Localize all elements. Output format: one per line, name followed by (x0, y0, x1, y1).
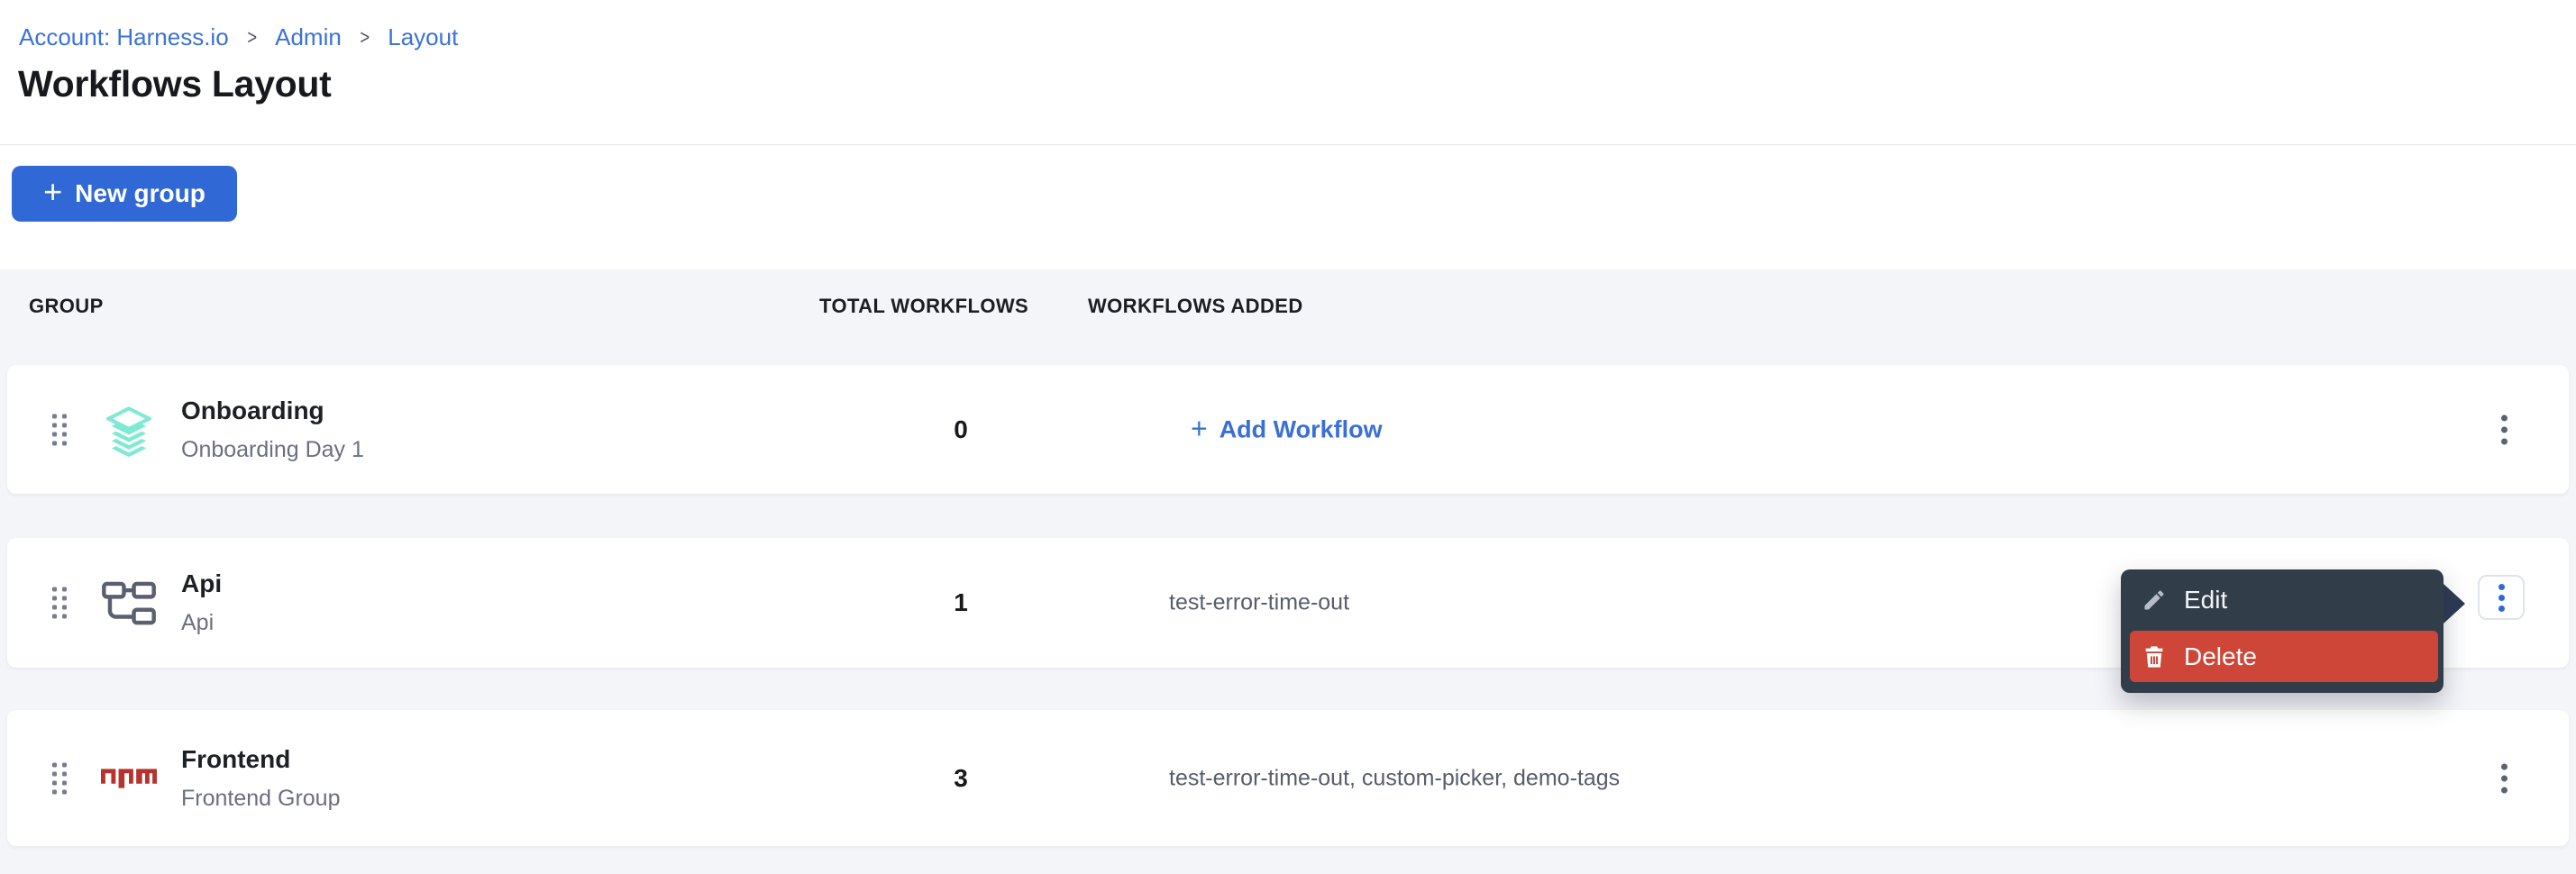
add-workflow-label: Add Workflow (1219, 415, 1383, 443)
workflows-added-cell: + Add Workflow (1169, 415, 1383, 443)
group-name: Api (181, 569, 222, 598)
header-divider (0, 144, 2576, 145)
add-workflow-link[interactable]: + Add Workflow (1191, 415, 1383, 443)
breadcrumb: Account: Harness.io > Admin > Layout (19, 23, 458, 51)
drag-handle[interactable] (47, 582, 72, 624)
group-text: Onboarding Onboarding Day 1 (181, 396, 364, 463)
new-group-button[interactable]: + New group (12, 166, 237, 222)
group-text: Frontend Frontend Group (181, 745, 341, 812)
workflows-layout-page: Account: Harness.io > Admin > Layout Wor… (0, 0, 2576, 874)
workflows-added-cell: test-error-time-out, custom-picker, demo… (1169, 765, 1620, 791)
drag-handle[interactable] (47, 757, 72, 799)
chevron-right-icon: > (360, 25, 370, 50)
breadcrumb-layout-link[interactable]: Layout (388, 23, 458, 51)
row-context-menu: Edit Delete (2121, 569, 2444, 693)
group-name: Frontend (181, 745, 341, 774)
total-workflows-value: 3 (853, 764, 1069, 793)
workflow-sitemap-icon (97, 577, 160, 629)
plus-icon: + (43, 176, 62, 208)
row-menu-kebab-icon[interactable] (2492, 754, 2517, 802)
drag-handle[interactable] (47, 408, 72, 451)
page-title: Workflows Layout (18, 63, 332, 105)
table-row-onboarding: Onboarding Onboarding Day 1 0 + Add Work… (7, 365, 2569, 494)
column-header-total-workflows: TOTAL WORKFLOWS (819, 295, 1028, 318)
group-description: Frontend Group (181, 786, 341, 812)
column-header-workflows-added: WORKFLOWS ADDED (1088, 295, 1303, 318)
npm-logo (97, 769, 160, 788)
breadcrumb-admin-link[interactable]: Admin (275, 23, 342, 51)
new-group-button-label: New group (75, 179, 206, 208)
menu-item-delete[interactable]: Delete (2130, 631, 2438, 682)
total-workflows-value: 1 (853, 588, 1069, 617)
group-name: Onboarding (181, 396, 364, 425)
menu-item-label: Delete (2184, 642, 2257, 671)
total-workflows-value: 0 (853, 415, 1069, 444)
chevron-right-icon: > (247, 25, 257, 50)
pencil-icon (2142, 587, 2167, 613)
stacked-layers-logo (97, 396, 160, 463)
group-description: Api (181, 610, 222, 636)
group-text: Api Api (181, 569, 222, 636)
workflows-added-cell: test-error-time-out (1169, 590, 1349, 616)
breadcrumb-account-link[interactable]: Account: Harness.io (19, 23, 229, 51)
row-menu-kebab-icon[interactable] (2492, 405, 2517, 453)
group-description: Onboarding Day 1 (181, 437, 364, 463)
groups-table: GROUP TOTAL WORKFLOWS WORKFLOWS ADDED (0, 269, 2576, 874)
plus-icon: + (1191, 414, 1208, 442)
table-row-frontend: Frontend Frontend Group 3 test-error-tim… (7, 710, 2569, 846)
row-menu-kebab-button-active[interactable] (2478, 575, 2525, 620)
column-header-group: GROUP (29, 295, 104, 318)
trash-icon (2142, 643, 2167, 670)
menu-arrow (2444, 584, 2465, 624)
menu-item-edit[interactable]: Edit (2121, 569, 2444, 631)
menu-item-label: Edit (2184, 586, 2227, 615)
